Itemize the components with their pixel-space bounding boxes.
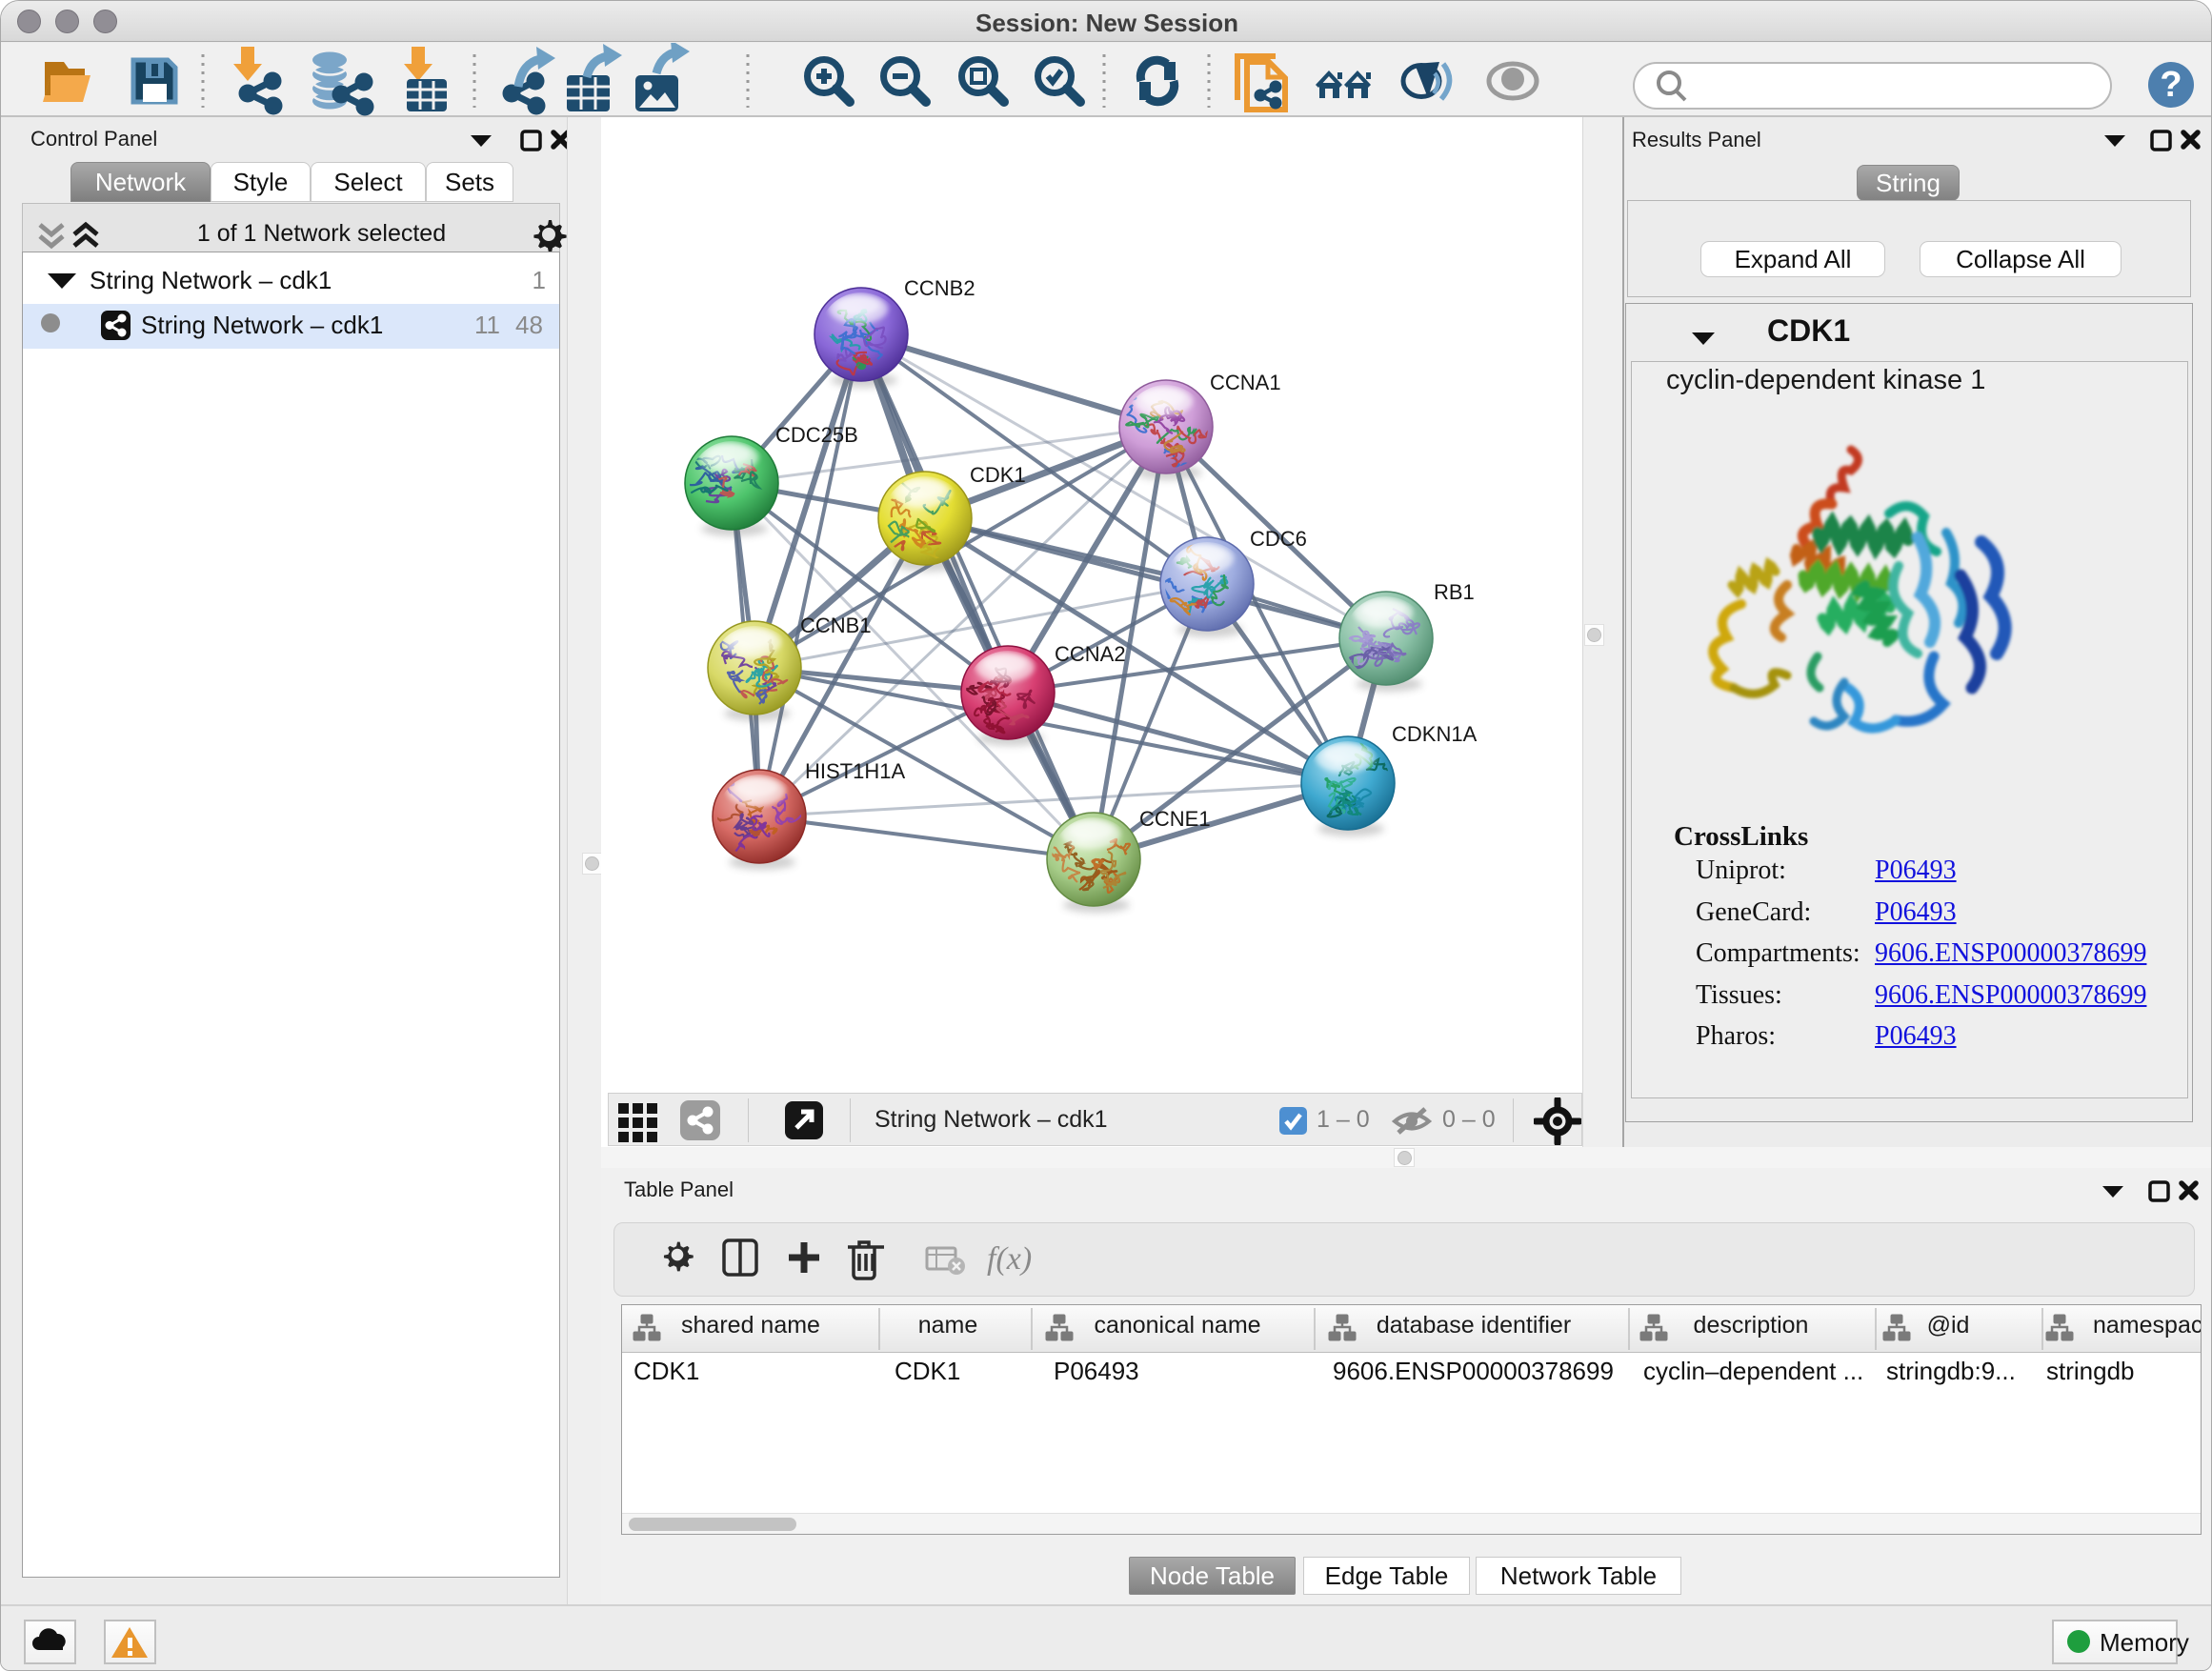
svg-text:CDKN1A: CDKN1A — [1392, 722, 1478, 746]
svg-text:CCNE1: CCNE1 — [1139, 807, 1211, 831]
svg-text:@id: @id — [1927, 1312, 1970, 1339]
svg-text:CCNB2: CCNB2 — [904, 276, 975, 300]
svg-text:CCNA1: CCNA1 — [1210, 371, 1281, 394]
svg-text:f(x): f(x) — [987, 1241, 1032, 1277]
svg-text:CDC25B: CDC25B — [775, 423, 858, 447]
svg-text:namespac: namespac — [2093, 1312, 2201, 1339]
svg-text:HIST1H1A: HIST1H1A — [805, 759, 905, 783]
svg-text:canonical name: canonical name — [1094, 1312, 1260, 1339]
svg-text:name: name — [918, 1312, 978, 1339]
svg-text:database identifier: database identifier — [1377, 1312, 1571, 1339]
svg-text:CCNA2: CCNA2 — [1055, 642, 1126, 666]
svg-text:CCNB1: CCNB1 — [800, 614, 872, 637]
svg-text:shared name: shared name — [681, 1312, 820, 1339]
svg-text:CDC6: CDC6 — [1250, 527, 1307, 551]
svg-text:CDK1: CDK1 — [970, 463, 1026, 487]
svg-text:RB1: RB1 — [1434, 580, 1475, 604]
svg-text:description: description — [1694, 1312, 1809, 1339]
